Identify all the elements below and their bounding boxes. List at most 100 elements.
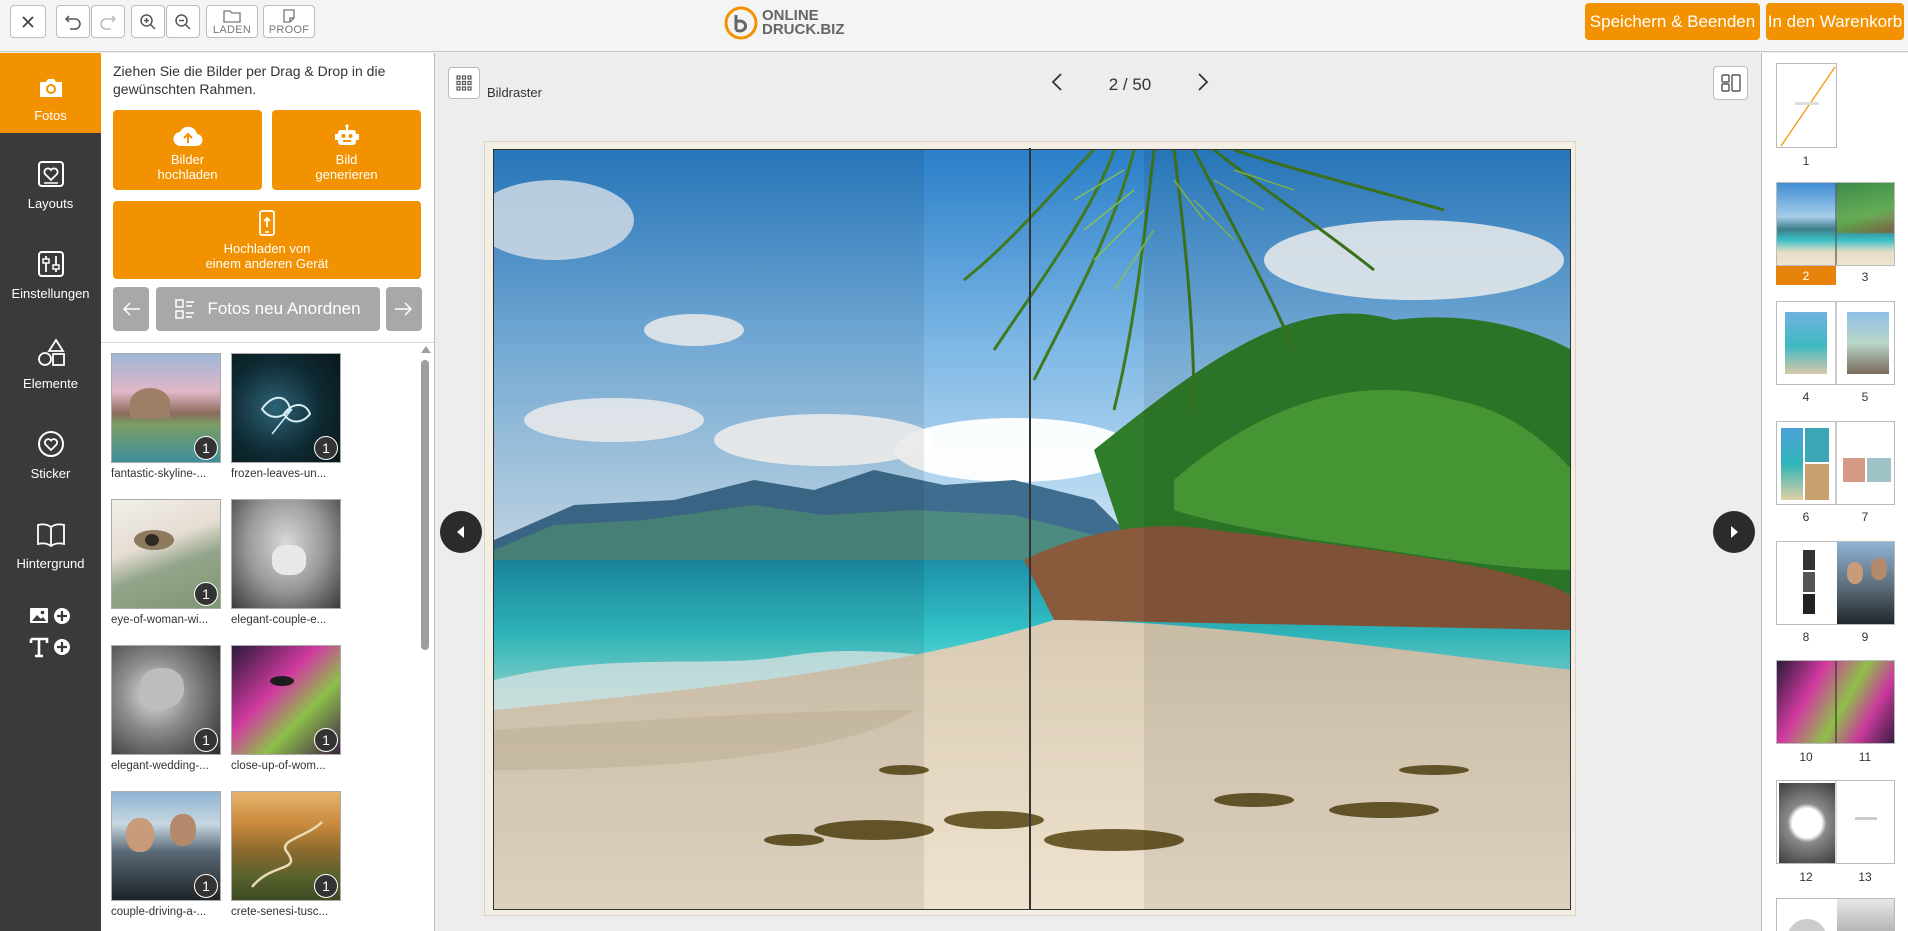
page-thumb-cover[interactable] xyxy=(1776,63,1837,148)
caret-right-icon xyxy=(1731,526,1738,538)
image-grid-label: Bildraster xyxy=(487,85,542,100)
nav-label-einstellungen: Einstellungen xyxy=(11,286,90,301)
spread-prev-button[interactable] xyxy=(440,511,482,553)
photo-thumbnail: 1 xyxy=(231,645,341,755)
shapes-icon xyxy=(37,338,65,366)
device-label-2: einem anderen Gerät xyxy=(205,256,329,271)
photos-panel: Ziehen Sie die Bilder per Drag & Drop in… xyxy=(101,53,435,931)
panel-divider xyxy=(101,342,434,343)
page-number: 1 xyxy=(1802,154,1810,168)
scrollbar[interactable] xyxy=(421,360,429,650)
nav-item-fotos[interactable]: Fotos xyxy=(0,53,101,133)
proof-button[interactable]: PROOF xyxy=(263,5,315,38)
nav-label-layouts: Layouts xyxy=(27,196,74,211)
photo-item[interactable]: 1 couple-driving-a-... xyxy=(111,791,223,918)
upload-label-1: Bilder xyxy=(170,152,205,167)
sliders-icon xyxy=(37,251,64,277)
photo-item[interactable]: 1 eye-of-woman-wi... xyxy=(111,499,223,626)
upload-label-2: hochladen xyxy=(157,167,218,182)
grid-icon xyxy=(456,75,472,91)
page-thumb-14-15[interactable] xyxy=(1776,898,1895,931)
photo-item[interactable]: 1 frozen-leaves-un... xyxy=(231,353,343,480)
photo-thumbnail: 1 xyxy=(111,499,221,609)
spread-photo[interactable] xyxy=(493,149,1571,910)
add-tools xyxy=(28,605,74,661)
add-text-button[interactable] xyxy=(28,635,74,661)
robot-icon xyxy=(334,124,359,145)
arrow-left-icon xyxy=(122,302,140,316)
load-button[interactable]: LADEN xyxy=(206,5,258,38)
usage-count-badge: 1 xyxy=(194,582,218,606)
zoom-out-button[interactable] xyxy=(166,5,200,38)
undo-button[interactable] xyxy=(56,5,90,38)
rearrange-label: Fotos neu Anordnen xyxy=(207,299,361,318)
sticker-heart-icon xyxy=(37,431,64,457)
nav-item-einstellungen[interactable]: Einstellungen xyxy=(0,233,101,311)
layout-heart-icon xyxy=(37,161,64,187)
add-to-cart-button[interactable]: In den Warenkorb xyxy=(1766,3,1904,40)
rearrange-photos-button[interactable]: Fotos neu Anordnen xyxy=(156,287,380,331)
nav-item-hintergrund[interactable]: Hintergrund xyxy=(0,503,101,581)
book-icon xyxy=(36,523,65,548)
photo-item[interactable]: 1 close-up-of-wom... xyxy=(231,645,343,772)
proof-label: PROOF xyxy=(268,24,310,36)
page-overview-icon xyxy=(1720,74,1741,92)
upload-images-button[interactable]: Bilder hochladen xyxy=(113,110,262,190)
brand-line-2: DRUCK.BIZ xyxy=(762,21,845,38)
page-thumb-10-11[interactable] xyxy=(1776,660,1895,744)
photo-item[interactable]: 1 fantastic-skyline-... xyxy=(111,353,223,480)
device-label-1: Hochladen von xyxy=(223,241,311,256)
scroll-up-arrow[interactable] xyxy=(421,346,431,353)
page-number: 5 xyxy=(1861,390,1869,404)
photo-item[interactable]: 1 crete-senesi-tusc... xyxy=(231,791,343,918)
nav-item-layouts[interactable]: Layouts xyxy=(0,143,101,221)
zoom-in-icon xyxy=(140,13,156,30)
page-prev-button[interactable] xyxy=(1050,72,1064,97)
add-text-icon xyxy=(29,637,70,658)
undo-icon xyxy=(64,14,81,30)
page-overview-button[interactable] xyxy=(1713,66,1748,100)
page-navigator: 2 / 50 xyxy=(1050,72,1210,97)
nav-item-sticker[interactable]: Sticker xyxy=(0,413,101,491)
rearrange-icon xyxy=(175,299,195,319)
page-number: 12 xyxy=(1799,870,1813,884)
page-next-button[interactable] xyxy=(1196,72,1210,97)
photo-item[interactable]: elegant-couple-e... xyxy=(231,499,343,626)
spread-spine xyxy=(1029,148,1031,910)
close-button[interactable] xyxy=(10,5,46,38)
page-number: 7 xyxy=(1861,510,1869,524)
page-indicator: 2 / 50 xyxy=(1108,74,1152,94)
page-thumb-8-9[interactable] xyxy=(1776,541,1895,625)
photo-thumbnail: 1 xyxy=(111,353,221,463)
image-grid-toggle[interactable] xyxy=(448,67,480,99)
upload-from-device-button[interactable]: Hochladen von einem anderen Gerät xyxy=(113,201,421,279)
page-thumb-2-3[interactable] xyxy=(1776,182,1895,266)
spread-next-button[interactable] xyxy=(1713,511,1755,553)
next-button[interactable] xyxy=(386,287,422,331)
page-thumb-6-7[interactable] xyxy=(1776,421,1895,505)
page-thumb-12-13[interactable] xyxy=(1776,780,1895,864)
page-thumb-4-5[interactable] xyxy=(1776,301,1895,385)
save-and-exit-button[interactable]: Speichern & Beenden xyxy=(1585,3,1760,40)
photo-caption: elegant-couple-e... xyxy=(231,614,327,626)
photo-caption: fantastic-skyline-... xyxy=(111,468,207,480)
photo-item[interactable]: 1 elegant-wedding-... xyxy=(111,645,223,772)
usage-count-badge: 1 xyxy=(314,874,338,898)
camera-icon xyxy=(39,79,62,97)
zoom-in-button[interactable] xyxy=(131,5,165,38)
photo-caption: eye-of-woman-wi... xyxy=(111,614,209,626)
load-label: LADEN xyxy=(212,24,252,36)
generate-image-button[interactable]: Bild generieren xyxy=(272,110,421,190)
redo-button[interactable] xyxy=(91,5,125,38)
page-number: 8 xyxy=(1802,630,1810,644)
previous-button[interactable] xyxy=(113,287,149,331)
drag-drop-instructions: Ziehen Sie die Bilder per Drag & Drop in… xyxy=(113,63,386,97)
add-image-button[interactable] xyxy=(28,605,74,631)
nav-label-elemente: Elemente xyxy=(23,376,78,391)
redo-icon xyxy=(100,14,117,30)
cloud-upload-icon xyxy=(172,126,203,147)
brand-logo: ONLINE DRUCK.BIZ xyxy=(724,5,845,41)
close-icon xyxy=(22,15,34,28)
nav-item-elemente[interactable]: Elemente xyxy=(0,323,101,401)
arrow-right-icon xyxy=(395,302,413,316)
